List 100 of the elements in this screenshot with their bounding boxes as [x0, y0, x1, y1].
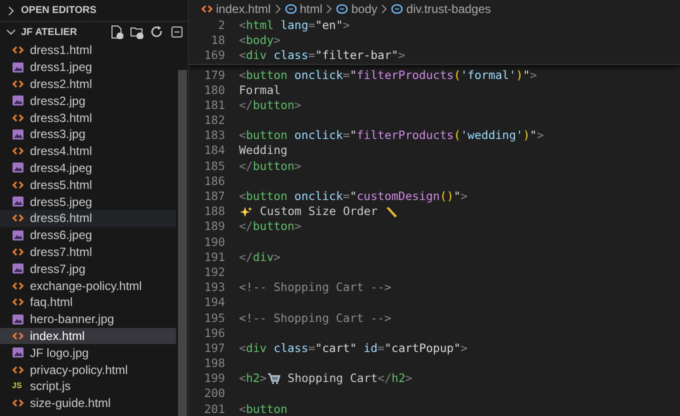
breadcrumb-item[interactable]: html [284, 0, 322, 18]
file-item[interactable]: dress2.jpg [0, 92, 176, 110]
image-icon [12, 95, 24, 106]
file-item[interactable]: dress6.html [0, 210, 176, 227]
line-number: 18 [210, 32, 226, 50]
element-icon [336, 3, 348, 15]
file-item[interactable]: dress2.html [0, 76, 176, 92]
code-brackets-icon [12, 398, 24, 408]
image-icon [12, 347, 24, 358]
chevron-right-icon [380, 4, 388, 14]
code-brackets-icon [12, 45, 24, 56]
line-number: 190 [203, 234, 226, 251]
file-item[interactable]: index.html [0, 328, 176, 344]
line-number: 192 [203, 264, 226, 281]
element-icon [391, 3, 404, 15]
sparkle-icon [239, 206, 253, 218]
line-number: 199 [203, 370, 226, 388]
image-icon [12, 196, 24, 208]
file-item[interactable]: dress1.jpeg [0, 58, 176, 76]
code-line: <!-- Shopping Cart --> [239, 279, 392, 296]
file-item[interactable]: dress5.jpeg [0, 193, 176, 210]
file-item[interactable]: faq.html [0, 294, 176, 311]
line-number: 197 [203, 340, 226, 357]
element-icon [284, 3, 297, 15]
breadcrumb-item[interactable]: div.trust-badges [391, 0, 491, 18]
code-line: <div class="cart" id="cartPopup"> [239, 340, 468, 357]
file-item[interactable]: dress7.jpg [0, 260, 176, 278]
file-item[interactable]: dress4.jpeg [0, 160, 176, 176]
file-item[interactable]: hero-banner.jpg [0, 310, 176, 328]
image-icon [12, 230, 24, 241]
line-number: 169 [203, 47, 226, 64]
code-brackets-icon [12, 297, 24, 308]
file-item[interactable]: dress3.html [0, 109, 176, 126]
line-number: 2 [217, 16, 226, 34]
code-line: <!-- Shopping Cart --> [239, 310, 392, 327]
line-number: 188 [203, 203, 226, 220]
line-number: 187 [203, 188, 226, 206]
code-line: <button [239, 400, 288, 416]
collapse-all-icon[interactable] [170, 25, 184, 39]
scrollbar-thumb[interactable] [178, 70, 187, 416]
line-number: 194 [203, 294, 226, 312]
code-brackets-icon [12, 246, 24, 257]
new-folder-icon[interactable] [130, 25, 144, 39]
line-number: 183 [203, 127, 226, 144]
code-brackets-icon [12, 146, 24, 156]
file-item[interactable]: dress7.html [0, 244, 176, 260]
line-number: 189 [203, 218, 226, 236]
line-number: 200 [203, 385, 226, 402]
line-number: 182 [203, 112, 226, 130]
file-item[interactable]: JS script.js [0, 378, 176, 395]
file-item[interactable]: dress6.jpeg [0, 226, 176, 244]
line-number: 185 [203, 158, 226, 175]
code-line: </div> [239, 248, 281, 266]
code-line: <h2> Shopping Cart</h2> [239, 370, 412, 388]
line-number: 193 [203, 279, 226, 296]
code-line: <button onclick="customDesign()"> [239, 188, 468, 206]
chevron-right-icon [325, 4, 334, 14]
image-icon [12, 128, 24, 140]
code-brackets-icon [201, 4, 213, 14]
file-item[interactable]: dress1.html [0, 42, 176, 59]
cart-icon [266, 372, 281, 386]
code-brackets-icon [12, 213, 24, 224]
breadcrumb-item[interactable]: index.html [201, 0, 271, 18]
image-icon [12, 62, 24, 73]
line-number: 179 [203, 66, 226, 84]
line-number: 181 [203, 96, 226, 114]
code-brackets-icon [12, 78, 24, 89]
image-icon [12, 263, 24, 274]
line-number: 180 [203, 82, 226, 99]
file-item[interactable]: privacy-policy.html [0, 361, 176, 378]
code-brackets-icon [12, 364, 24, 375]
section-title[interactable]: JF ATELIER [21, 24, 78, 40]
file-item[interactable]: JF logo.jpg [0, 344, 176, 362]
section-title[interactable]: OPEN EDITORS [21, 3, 96, 18]
line-number: 196 [203, 324, 226, 342]
code-line: </button> [239, 218, 302, 236]
code-line: Wedding [239, 142, 288, 160]
file-item[interactable]: dress3.jpg [0, 126, 176, 143]
file-item[interactable]: size-guide.html [0, 394, 176, 412]
refresh-icon[interactable] [150, 25, 164, 39]
file-item[interactable]: dress4.html [0, 142, 176, 160]
line-number: 186 [203, 172, 226, 190]
code-brackets-icon [12, 112, 24, 123]
code-line: <button onclick="filterProducts('wedding')"> [239, 127, 544, 144]
code-line: </button> [239, 158, 302, 175]
file-item[interactable]: exchange-policy.html [0, 277, 176, 294]
code-brackets-icon [12, 330, 24, 341]
line-number: 184 [203, 142, 226, 160]
new-file-icon[interactable] [110, 25, 124, 39]
line-number: 201 [203, 400, 226, 416]
code-line: </button> [239, 96, 302, 114]
image-icon [12, 162, 24, 174]
breadcrumb-item[interactable]: body [336, 0, 378, 18]
line-number: 198 [203, 355, 226, 372]
line-number: 191 [203, 248, 226, 266]
image-icon [12, 314, 24, 325]
file-item[interactable]: dress5.html [0, 176, 176, 194]
code-line: <button onclick="filterProducts('formal')"> [239, 66, 537, 84]
js-icon: JS [12, 382, 24, 390]
code-brackets-icon [12, 180, 24, 190]
